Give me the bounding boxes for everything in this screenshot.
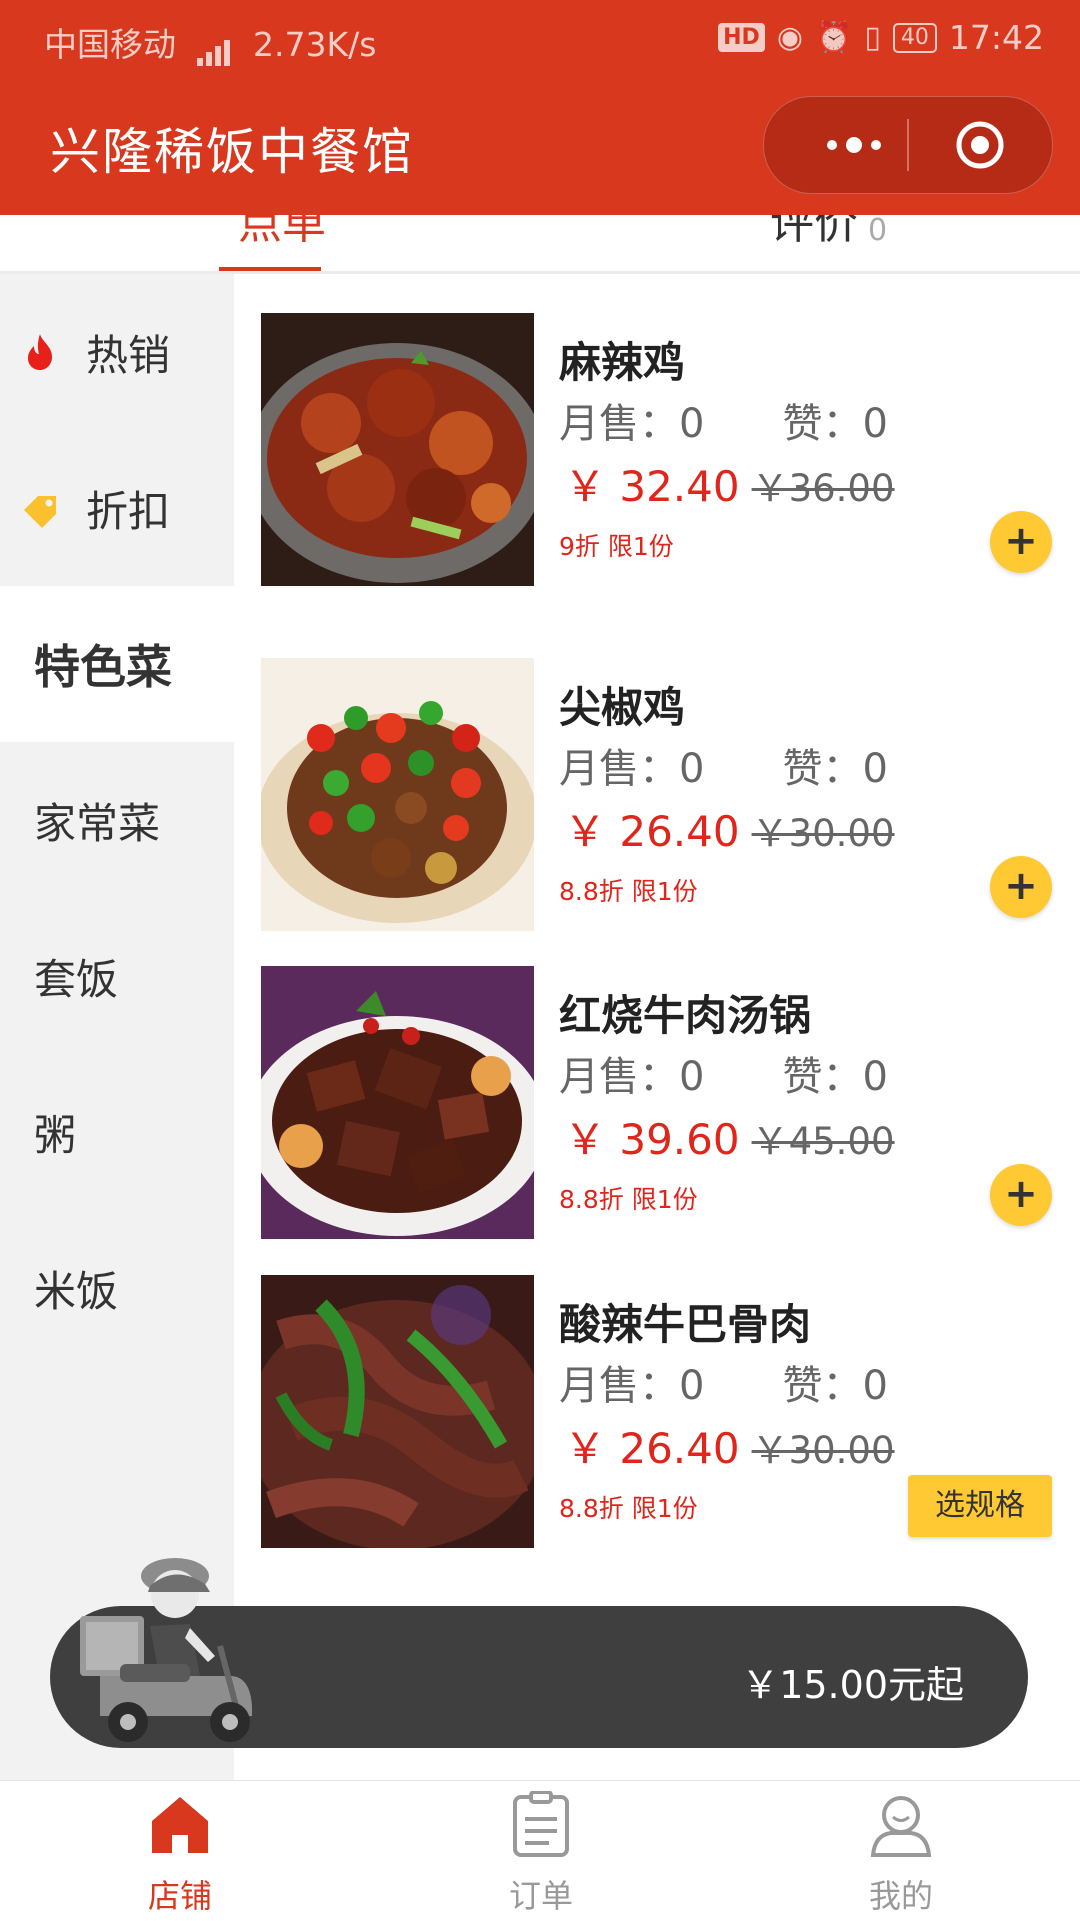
- dish-price: ￥ 26.40 ￥30.00: [564, 798, 895, 859]
- add-to-cart-button[interactable]: +: [990, 1164, 1052, 1226]
- current-price: ￥ 26.40: [564, 1424, 740, 1473]
- likes-count: 赞：0: [782, 401, 888, 447]
- add-to-cart-button[interactable]: +: [990, 511, 1052, 573]
- choose-spec-button[interactable]: 选规格: [908, 1475, 1052, 1537]
- category-specialty[interactable]: 特色菜: [0, 586, 234, 742]
- discount-label: 8.8折 限1份: [559, 1185, 698, 1214]
- dish-name: 红烧牛肉汤锅: [559, 991, 812, 1040]
- app-header: 中国移动 2.73K/s HD ◉ ⏰ ▯ 40 17:42 兴隆稀饭中餐馆: [0, 0, 1080, 215]
- nav-orders[interactable]: 订单: [441, 1781, 641, 1921]
- eye-icon: ◉: [776, 20, 804, 55]
- category-discount[interactable]: 折扣: [0, 430, 234, 586]
- tab-reviews[interactable]: 评价: [770, 215, 858, 251]
- dish-stats: 月售：0 赞：0: [559, 736, 888, 794]
- category-rice[interactable]: 米饭: [0, 1210, 234, 1366]
- page-title: 兴隆稀饭中餐馆: [50, 123, 414, 181]
- dish-image[interactable]: [261, 966, 534, 1239]
- current-price: ￥ 26.40: [564, 807, 740, 856]
- dish-stats: 月售：0 赞：0: [559, 1353, 888, 1411]
- tag-icon: [24, 496, 56, 528]
- original-price: ￥30.00: [751, 1429, 895, 1472]
- active-tab-indicator: [219, 267, 321, 271]
- monthly-sales: 月售：0: [559, 746, 705, 792]
- category-home-style[interactable]: 家常菜: [0, 742, 234, 898]
- carrier-label: 中国移动: [44, 25, 176, 64]
- discount-label: 8.8折 限1份: [559, 1494, 698, 1523]
- miniprogram-capsule: [763, 96, 1053, 194]
- fire-icon: [28, 334, 52, 370]
- more-menu-button[interactable]: [804, 97, 904, 193]
- category-hot[interactable]: 热销: [0, 274, 234, 430]
- network-speed: 2.73K/s: [253, 25, 377, 64]
- dish-stats: 月售：0 赞：0: [559, 1044, 888, 1102]
- order-list-icon: [513, 1791, 569, 1857]
- likes-count: 赞：0: [782, 746, 888, 792]
- dish-price: ￥ 26.40 ￥30.00: [564, 1415, 895, 1476]
- discount-label: 9折 限1份: [559, 532, 674, 561]
- status-bar: 中国移动 2.73K/s HD ◉ ⏰ ▯ 40 17:42: [0, 0, 1080, 75]
- dish-price: ￥ 32.40 ￥36.00: [564, 453, 895, 514]
- nav-shop[interactable]: 店铺: [80, 1781, 280, 1921]
- monthly-sales: 月售：0: [559, 1054, 705, 1100]
- likes-count: 赞：0: [782, 1363, 888, 1409]
- dish-name: 麻辣鸡: [559, 338, 686, 387]
- dish-name: 尖椒鸡: [559, 683, 686, 732]
- tab-order[interactable]: 点单: [238, 215, 326, 251]
- store-tabs: 点单 评价 0: [0, 215, 1080, 274]
- reviews-count: 0: [868, 215, 888, 248]
- nav-profile[interactable]: 我的: [801, 1781, 1001, 1921]
- monthly-sales: 月售：0: [559, 1363, 705, 1409]
- current-price: ￥ 39.60: [564, 1115, 740, 1164]
- alarm-icon: ⏰: [815, 20, 853, 55]
- original-price: ￥30.00: [751, 812, 895, 855]
- dish-name: 酸辣牛巴骨肉: [559, 1300, 812, 1349]
- vibrate-icon: ▯: [864, 20, 881, 55]
- shop-icon: [152, 1797, 208, 1853]
- dish-image[interactable]: [261, 658, 534, 931]
- bottom-nav: 店铺 订单 我的: [0, 1780, 1080, 1921]
- close-miniprogram-button[interactable]: [954, 119, 1006, 171]
- dish-stats: 月售：0 赞：0: [559, 391, 888, 449]
- user-icon: [870, 1796, 932, 1857]
- dish-image[interactable]: [261, 1275, 534, 1548]
- category-set-meal[interactable]: 套饭: [0, 898, 234, 1054]
- discount-label: 8.8折 限1份: [559, 877, 698, 906]
- add-to-cart-button[interactable]: +: [990, 856, 1052, 918]
- hd-badge: HD: [718, 23, 765, 52]
- original-price: ￥36.00: [751, 467, 895, 510]
- original-price: ￥45.00: [751, 1120, 895, 1163]
- delivery-rider-icon[interactable]: [80, 1546, 266, 1746]
- likes-count: 赞：0: [782, 1054, 888, 1100]
- signal-icon: [196, 27, 233, 66]
- dish-price: ￥ 39.60 ￥45.00: [564, 1106, 895, 1167]
- battery-indicator: 40: [892, 22, 937, 53]
- category-congee[interactable]: 粥: [0, 1054, 234, 1210]
- min-order-text: ￥15.00元起: [741, 1663, 964, 1707]
- dish-image[interactable]: [261, 313, 534, 586]
- clock: 17:42: [948, 18, 1044, 57]
- current-price: ￥ 32.40: [564, 462, 740, 511]
- monthly-sales: 月售：0: [559, 401, 705, 447]
